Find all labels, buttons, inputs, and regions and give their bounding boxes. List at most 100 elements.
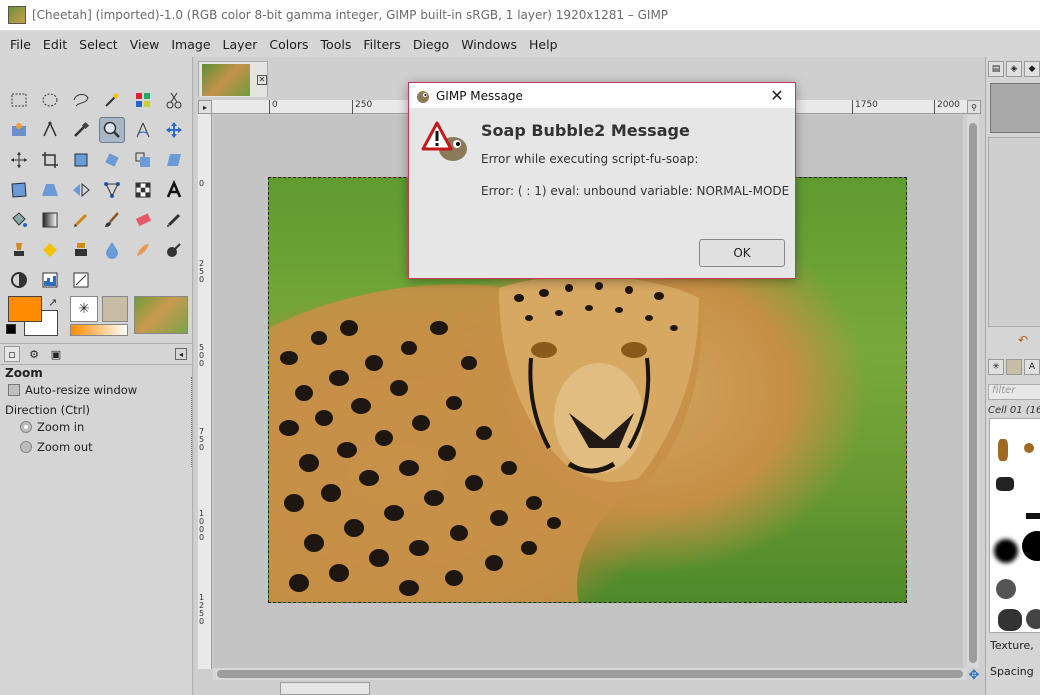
sample-points-icon[interactable] (68, 267, 94, 293)
eraser-tool-icon[interactable] (130, 207, 156, 233)
layer-preview[interactable] (990, 83, 1040, 133)
paths-tab-icon[interactable]: ◆ (1024, 61, 1040, 77)
zoom-tool-icon[interactable] (99, 117, 125, 143)
brush-item[interactable] (996, 477, 1014, 491)
brush-item[interactable] (994, 539, 1018, 563)
brush-item[interactable] (1026, 609, 1040, 629)
gradient-preview[interactable] (70, 324, 128, 336)
dodge-burn-tool-icon[interactable] (161, 237, 187, 263)
pattern-preview[interactable] (102, 296, 128, 322)
move-tool-icon[interactable] (161, 117, 187, 143)
brush-item[interactable] (998, 439, 1008, 461)
brushes-tab-icon[interactable]: ✳ (988, 359, 1004, 375)
free-select-tool-icon[interactable] (68, 87, 94, 113)
zoom-in-option[interactable]: Zoom in (20, 420, 84, 434)
warp-transform-tool-icon[interactable] (130, 177, 156, 203)
menu-image[interactable]: Image (165, 37, 216, 52)
dock-menu-icon[interactable]: ◂ (175, 348, 187, 360)
zoom-out-option[interactable]: Zoom out (20, 440, 93, 454)
patterns-tab-icon[interactable] (1006, 359, 1022, 375)
foreground-select-tool-icon[interactable] (6, 117, 32, 143)
fonts-tab-icon[interactable]: A (1024, 359, 1040, 375)
quick-mask-corner-icon[interactable]: ▸ (198, 100, 212, 114)
menu-select[interactable]: Select (73, 37, 124, 52)
ellipse-select-tool-icon[interactable] (37, 87, 63, 113)
pane-splitter[interactable] (191, 377, 193, 467)
navigate-icon[interactable]: ✥ (967, 668, 981, 683)
ok-button[interactable]: OK (699, 239, 785, 267)
menu-filters[interactable]: Filters (357, 37, 406, 52)
auto-resize-option[interactable]: Auto-resize window (8, 383, 137, 397)
gradient-tool-icon[interactable] (37, 207, 63, 233)
color-picker-tool-icon[interactable] (68, 117, 94, 143)
menu-help[interactable]: Help (523, 37, 564, 52)
tool-options-tab-icon[interactable]: ▫ (4, 346, 20, 362)
image-tab[interactable]: ✕ (198, 61, 268, 97)
scissors-select-tool-icon[interactable] (161, 87, 187, 113)
horizontal-scrollbar[interactable] (213, 668, 967, 680)
brush-item[interactable] (998, 609, 1022, 631)
brush-preview[interactable]: ✳ (70, 296, 98, 322)
default-colors-icon[interactable] (6, 324, 16, 334)
rotate-tool-icon[interactable] (99, 147, 125, 173)
menu-diego[interactable]: Diego (407, 37, 455, 52)
select-by-color-tool-icon[interactable] (130, 87, 156, 113)
images-tab-icon[interactable]: ▣ (48, 346, 64, 362)
bucket-fill-tool-icon[interactable] (6, 207, 32, 233)
layers-tab-icon[interactable]: ▤ (988, 61, 1004, 77)
crop-tool-icon[interactable] (37, 147, 63, 173)
mypaint-brush-tool-icon[interactable] (37, 237, 63, 263)
perspective-tool-icon[interactable] (37, 177, 63, 203)
brushes-grid[interactable] (989, 418, 1040, 633)
channels-tab-icon[interactable]: ◈ (1006, 61, 1022, 77)
menu-view[interactable]: View (124, 37, 166, 52)
undo-icon[interactable]: ↶ (1018, 333, 1028, 347)
horizontal-scroll-thumb[interactable] (217, 670, 963, 678)
cage-transform-tool-icon[interactable] (6, 177, 32, 203)
shear-tool-icon[interactable] (161, 147, 187, 173)
text-tool-icon[interactable] (161, 177, 187, 203)
zoom-in-radio[interactable] (20, 421, 32, 433)
histogram-icon[interactable] (37, 267, 63, 293)
brush-item[interactable] (1024, 443, 1034, 453)
unified-transform-tool-icon[interactable] (68, 147, 94, 173)
smudge-tool-icon[interactable] (130, 237, 156, 263)
brush-item[interactable] (1026, 513, 1040, 519)
active-image-preview[interactable] (134, 296, 188, 334)
layers-list[interactable] (988, 137, 1040, 327)
menu-file[interactable]: File (4, 37, 37, 52)
align-tool-icon[interactable] (6, 147, 32, 173)
auto-resize-checkbox[interactable] (8, 384, 20, 396)
menu-tools[interactable]: Tools (315, 37, 358, 52)
ink-tool-icon[interactable] (6, 237, 32, 263)
blur-tool-icon[interactable] (99, 237, 125, 263)
menu-layer[interactable]: Layer (217, 37, 264, 52)
rect-select-tool-icon[interactable] (6, 87, 32, 113)
menu-colors[interactable]: Colors (263, 37, 314, 52)
clone-tool-icon[interactable] (68, 237, 94, 263)
brush-item[interactable] (1022, 531, 1040, 561)
scale-tool-icon[interactable] (130, 147, 156, 173)
swap-colors-icon[interactable]: ↗ (48, 296, 57, 309)
foreground-color-swatch[interactable] (8, 296, 42, 322)
paths-tool-icon[interactable] (37, 117, 63, 143)
fuzzy-select-tool-icon[interactable] (99, 87, 125, 113)
brush-filter-input[interactable]: filter (988, 384, 1040, 400)
airbrush-tool-icon[interactable] (161, 207, 187, 233)
paintbrush-tool-icon[interactable] (99, 207, 125, 233)
vertical-scrollbar[interactable] (967, 115, 979, 668)
brush-item[interactable] (996, 579, 1016, 599)
unit-selector[interactable] (280, 682, 370, 695)
handle-transform-tool-icon[interactable] (99, 177, 125, 203)
zoom-image-icon[interactable]: ⚲ (967, 100, 981, 114)
vertical-ruler[interactable]: 0 250 500 750 1000 1250 (198, 114, 212, 669)
menu-edit[interactable]: Edit (37, 37, 73, 52)
gegl-operation-tool-icon[interactable] (6, 267, 32, 293)
flip-tool-icon[interactable] (68, 177, 94, 203)
device-status-tab-icon[interactable]: ⚙ (26, 346, 42, 362)
menu-windows[interactable]: Windows (455, 37, 523, 52)
pencil-tool-icon[interactable] (68, 207, 94, 233)
close-tab-icon[interactable]: ✕ (257, 75, 267, 85)
measure-tool-icon[interactable] (130, 117, 156, 143)
vertical-scroll-thumb[interactable] (969, 123, 977, 663)
